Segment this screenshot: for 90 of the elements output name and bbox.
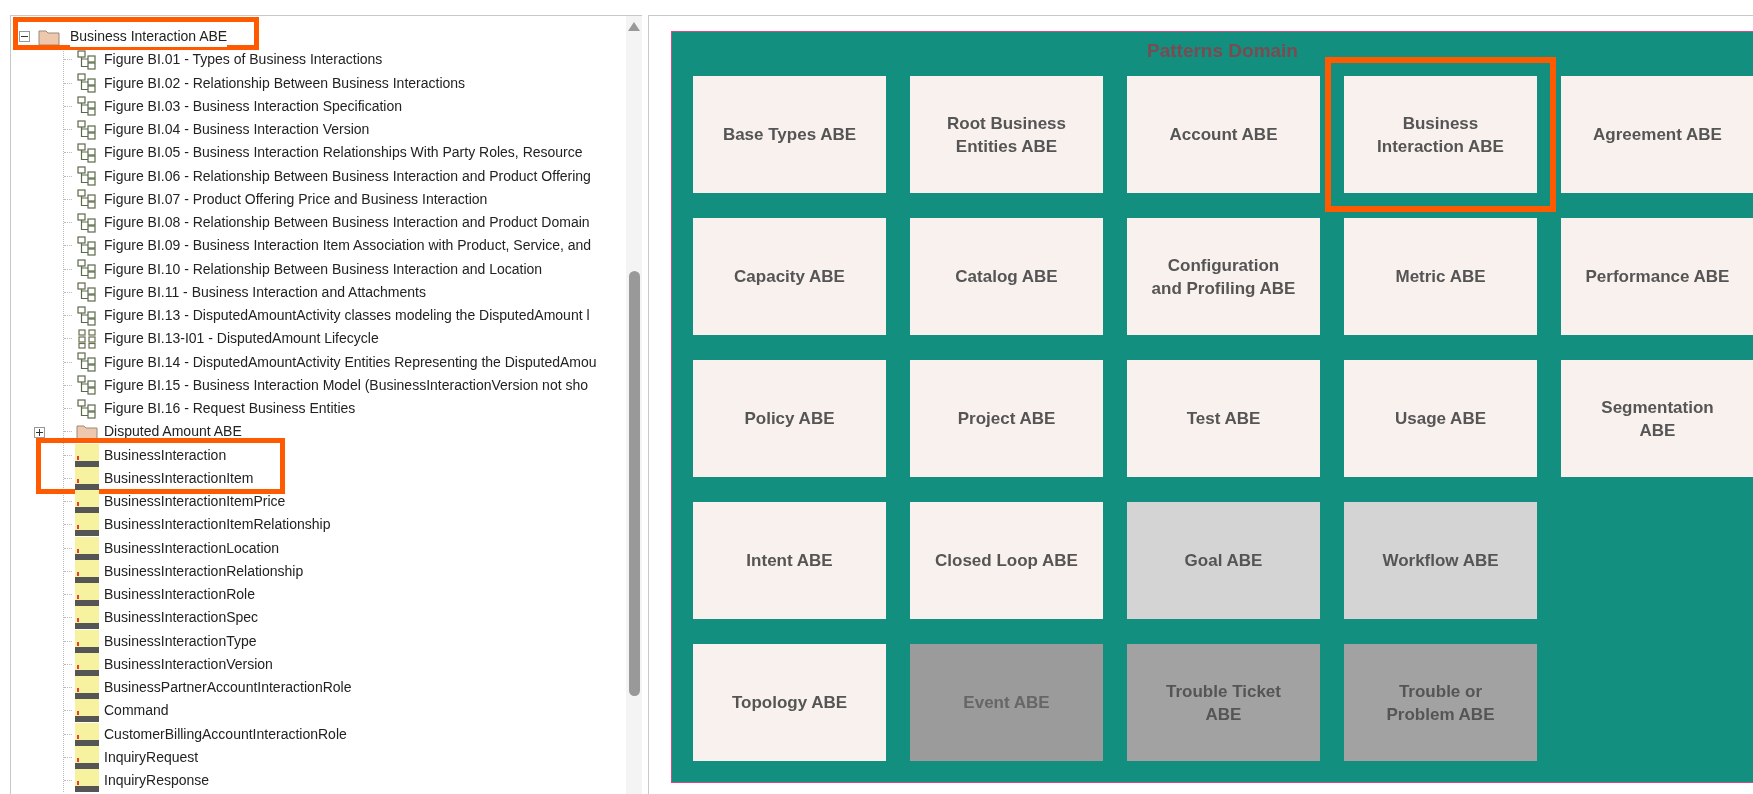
tree-item-label[interactable]: BusinessInteraction (104, 444, 227, 466)
diagram-icon (77, 352, 97, 373)
tree-item-label[interactable]: Disputed Amount ABE (104, 421, 242, 443)
tree-item-label[interactable]: Figure BI.01 - Types of Business Interactions (104, 49, 383, 71)
domain-tile[interactable]: Workflow ABE (1344, 502, 1537, 619)
class-icon (75, 466, 99, 490)
tree-item-label[interactable]: Figure BI.16 - Request Business Entities (104, 398, 356, 420)
class-icon (75, 676, 99, 700)
tree-item-label[interactable]: Figure BI.11 - Business Interaction and Attachments (104, 281, 426, 303)
tree-item-label[interactable]: BusinessInteractionSpec (104, 607, 259, 629)
scrollbar-thumb[interactable] (629, 271, 640, 696)
domain-tile[interactable]: Configuration and Profiling ABE (1127, 218, 1320, 335)
class-icon (75, 513, 99, 537)
tree-item-label[interactable]: Figure BI.09 - Business Interaction Item Association with Product, Service, and (104, 235, 592, 257)
tree-item-label[interactable]: BusinessInteractionItem (104, 467, 254, 489)
tree-item-label[interactable]: BusinessInteractionItemRelationship (104, 514, 331, 536)
domain-tile[interactable]: Topology ABE (693, 644, 886, 761)
diagram-icon (77, 49, 97, 70)
tree-item-label[interactable]: Figure BI.03 - Business Interaction Specification (104, 95, 403, 117)
domain-tile[interactable]: Account ABE (1127, 76, 1320, 193)
diagram-icon (77, 119, 97, 140)
domain-tile[interactable]: Policy ABE (693, 360, 886, 477)
tree-item-label[interactable]: Figure BI.08 - Relationship Between Business Interaction and Product Domain (104, 212, 590, 234)
tree-item-label[interactable]: Figure BI.07 - Product Offering Price and Business Interaction (104, 188, 488, 210)
tree-item-label[interactable]: Figure BI.13-I01 - DisputedAmount Lifecycle (104, 328, 379, 350)
tree-item-label[interactable]: Figure BI.04 - Business Interaction Version (104, 119, 370, 141)
domain-title: Patterns Domain (1146, 39, 1299, 63)
diagram-icon (77, 328, 97, 349)
class-icon (75, 769, 99, 793)
tree-item-label[interactable]: BusinessInteractionRelationship (104, 560, 304, 582)
diagram-icon (77, 259, 97, 280)
diagram-icon (77, 398, 97, 419)
class-icon (75, 536, 99, 560)
folder-icon (76, 422, 98, 441)
diagram-icon (77, 235, 97, 256)
tree-item-label[interactable]: BusinessInteractionRole (104, 584, 255, 606)
domain-tile[interactable]: Catalog ABE (910, 218, 1103, 335)
tree-item-label[interactable]: Figure BI.05 - Business Interaction Relationships With Party Roles, Resource (104, 142, 583, 164)
collapse-toggle[interactable] (19, 31, 30, 43)
diagram-icon (77, 142, 97, 163)
diagram-icon (77, 166, 97, 187)
domain-tile[interactable]: Closed Loop ABE (910, 502, 1103, 619)
class-icon (75, 699, 99, 723)
class-icon (75, 722, 99, 746)
diagram-icon (77, 73, 97, 94)
class-icon (75, 606, 99, 630)
domain-tile[interactable]: Goal ABE (1127, 502, 1320, 619)
diagram-icon (77, 375, 97, 396)
tree-item-label[interactable]: CustomerBillingAccountInteractionRole (104, 723, 347, 745)
class-icon (75, 745, 99, 769)
tree-item-label[interactable]: Figure BI.14 - DisputedAmountActivity Entities Representing the DisputedAmou (104, 351, 597, 373)
diagram-icon (77, 189, 97, 210)
tree-item-label[interactable]: BusinessPartnerAccountInteractionRole (104, 677, 352, 699)
domain-tile[interactable]: Agreement ABE (1561, 76, 1753, 193)
domain-tile[interactable]: Intent ABE (693, 502, 886, 619)
folder-icon (38, 27, 60, 46)
tree-item-label[interactable]: Figure BI.10 - Relationship Between Business Interaction and Location (104, 258, 543, 280)
diagram-icon (77, 305, 97, 326)
domain-tile[interactable]: Project ABE (910, 360, 1103, 477)
domain-tile[interactable]: Root Business Entities ABE (910, 76, 1103, 193)
domain-tile[interactable]: Performance ABE (1561, 218, 1753, 335)
domain-tile[interactable]: Segmentation ABE (1561, 360, 1753, 477)
domain-tile[interactable]: Capacity ABE (693, 218, 886, 335)
tree-item-label[interactable]: InquiryResponse (104, 770, 210, 792)
tree-item-label[interactable]: Figure BI.06 - Relationship Between Business Interaction and Product Offering (104, 165, 591, 187)
tree-item-label[interactable]: BusinessInteractionLocation (104, 537, 280, 559)
diagram-icon (77, 96, 97, 117)
tree-item-label[interactable]: Figure BI.13 - DisputedAmountActivity classes modeling the DisputedAmount l (104, 305, 590, 327)
class-icon (75, 583, 99, 607)
domain-tile[interactable]: Base Types ABE (693, 76, 886, 193)
diagram-icon (77, 282, 97, 303)
domain-tile[interactable]: Test ABE (1127, 360, 1320, 477)
domain-tile[interactable]: Business Interaction ABE (1344, 76, 1537, 193)
class-icon (75, 652, 99, 676)
class-icon (75, 443, 99, 467)
tree-item-label[interactable]: InquiryRequest (104, 746, 199, 768)
scroll-up-icon[interactable] (628, 22, 640, 31)
tree-item-label[interactable]: Command (104, 700, 169, 722)
diagram-icon (77, 212, 97, 233)
tree-item-label[interactable]: BusinessInteractionItemPrice (104, 491, 286, 513)
class-icon (75, 629, 99, 653)
tree-item-label[interactable]: BusinessInteractionVersion (104, 653, 273, 675)
class-icon (75, 559, 99, 583)
tree-item-label[interactable]: Figure BI.15 - Business Interaction Model (BusinessInteractionVersion not sho (104, 374, 589, 396)
expand-toggle[interactable] (34, 426, 45, 438)
tree-item-label[interactable]: BusinessInteractionType (104, 630, 257, 652)
domain-tile[interactable]: Metric ABE (1344, 218, 1537, 335)
class-icon (75, 490, 99, 514)
tree-item-label[interactable]: Figure BI.02 - Relationship Between Business Interactions (104, 72, 466, 94)
domain-tile[interactable]: Usage ABE (1344, 360, 1537, 477)
